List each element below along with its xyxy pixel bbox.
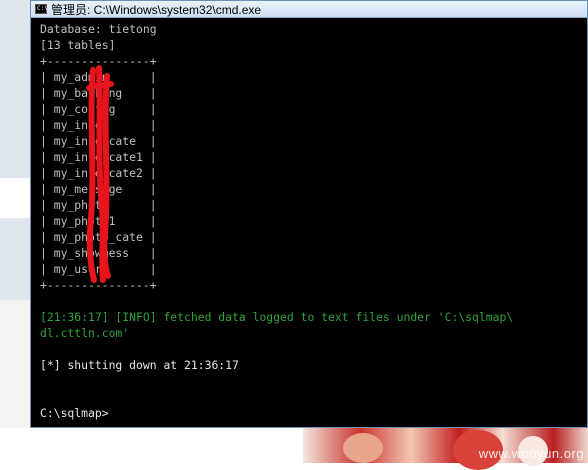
table-row: | my_config |: [40, 102, 157, 116]
cmd-window[interactable]: C:\ 管理员: C:\Windows\system32\cmd.exe Dat…: [30, 0, 588, 428]
table-row: | my_photo_cate |: [40, 230, 157, 244]
window-title-bar[interactable]: C:\ 管理员: C:\Windows\system32\cmd.exe: [31, 1, 587, 18]
command-prompt[interactable]: C:\sqlmap>: [40, 405, 109, 421]
table-row: | my_info |: [40, 118, 157, 132]
table-row: | my_admin |: [40, 70, 157, 84]
table-row: | my_info_cate2 |: [40, 166, 157, 180]
console-output[interactable]: Database: tietong [13 tables] +---------…: [31, 18, 587, 427]
table-row: | my_photo |: [40, 198, 157, 212]
info-log-line-continued: dl.cttln.com': [40, 326, 130, 340]
table-border-bottom: +---------------+: [40, 278, 157, 292]
table-row: | my_info_cate1 |: [40, 150, 157, 164]
watermark-text: www.wooyun.org: [478, 446, 584, 461]
cmd-icon: C:\: [35, 4, 48, 14]
table-row: | my_banking |: [40, 86, 157, 100]
background-panel-strip: [0, 300, 30, 428]
database-line: Database: tietong: [40, 22, 157, 36]
table-row: | my_message |: [40, 182, 157, 196]
window-title: 管理员: C:\Windows\system32\cmd.exe: [51, 2, 262, 17]
desktop-background-left: [0, 0, 30, 463]
table-border-top: +---------------+: [40, 54, 157, 68]
tables-count-line: [13 tables]: [40, 38, 116, 52]
background-panel-strip: [0, 178, 30, 218]
table-row: | my_showmess |: [40, 246, 157, 260]
shutdown-line: [*] shutting down at 21:36:17: [40, 358, 239, 372]
table-row: | my_user |: [40, 262, 157, 276]
table-row: | my_photo1 |: [40, 214, 157, 228]
table-row: | my_info_cate |: [40, 134, 157, 148]
info-log-line: [21:36:17] [INFO] fetched data logged to…: [40, 310, 514, 324]
